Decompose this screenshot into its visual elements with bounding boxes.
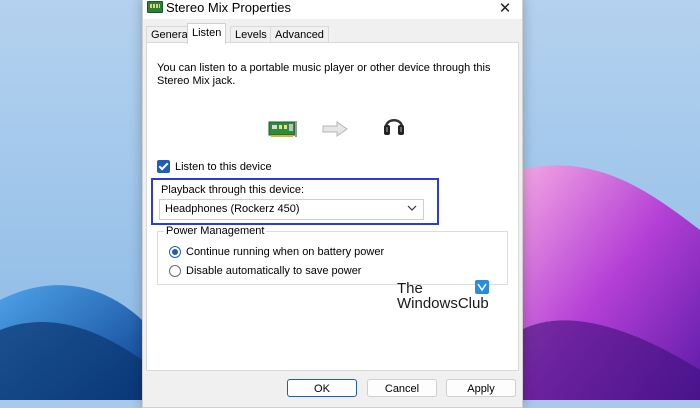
- radio-continue-running-row[interactable]: Continue running when on battery power: [169, 246, 384, 258]
- radio-disable-auto-label: Disable automatically to save power: [186, 265, 362, 277]
- listen-checkbox-row[interactable]: Listen to this device: [157, 160, 272, 173]
- sound-card-icon: [268, 121, 297, 137]
- power-management-group: Power Management Continue running when o…: [157, 225, 508, 285]
- listen-checkbox-label: Listen to this device: [175, 160, 272, 173]
- playback-label: Playback through this device:: [161, 184, 305, 196]
- tab-advanced[interactable]: Advanced: [270, 26, 329, 43]
- ok-button[interactable]: OK: [287, 379, 357, 397]
- arrow-right-icon: [322, 121, 348, 137]
- title-bar: Stereo Mix Properties ✕: [143, 0, 522, 19]
- playback-group-highlight: Playback through this device: Headphones…: [151, 178, 439, 225]
- window-title: Stereo Mix Properties: [166, 0, 291, 15]
- radio-disable-auto-row[interactable]: Disable automatically to save power: [169, 265, 361, 277]
- sound-card-icon: [147, 1, 163, 13]
- playback-device-dropdown[interactable]: Headphones (Rockerz 450): [159, 199, 424, 220]
- headphones-icon: [384, 119, 404, 135]
- watermark-logo-icon: [475, 280, 489, 294]
- properties-dialog: Stereo Mix Properties ✕ General Listen L…: [142, 0, 523, 408]
- power-management-legend: Power Management: [164, 225, 267, 237]
- playback-device-value: Headphones (Rockerz 450): [165, 203, 300, 215]
- radio-continue-running-label: Continue running when on battery power: [186, 246, 385, 258]
- tab-levels[interactable]: Levels: [230, 26, 272, 43]
- listen-checkbox[interactable]: [157, 160, 170, 173]
- radio-disable-auto[interactable]: [169, 265, 181, 277]
- close-button[interactable]: ✕: [488, 0, 522, 19]
- chevron-down-icon: [407, 205, 417, 211]
- listen-panel: You can listen to a portable music playe…: [146, 42, 519, 371]
- tab-listen[interactable]: Listen: [187, 23, 227, 44]
- listen-description: You can listen to a portable music playe…: [157, 62, 491, 87]
- watermark: The WindowsClub: [397, 280, 507, 314]
- watermark-line2: WindowsClub: [397, 295, 489, 312]
- radio-continue-running[interactable]: [169, 246, 181, 258]
- apply-button[interactable]: Apply: [446, 379, 516, 397]
- cancel-button[interactable]: Cancel: [367, 379, 437, 397]
